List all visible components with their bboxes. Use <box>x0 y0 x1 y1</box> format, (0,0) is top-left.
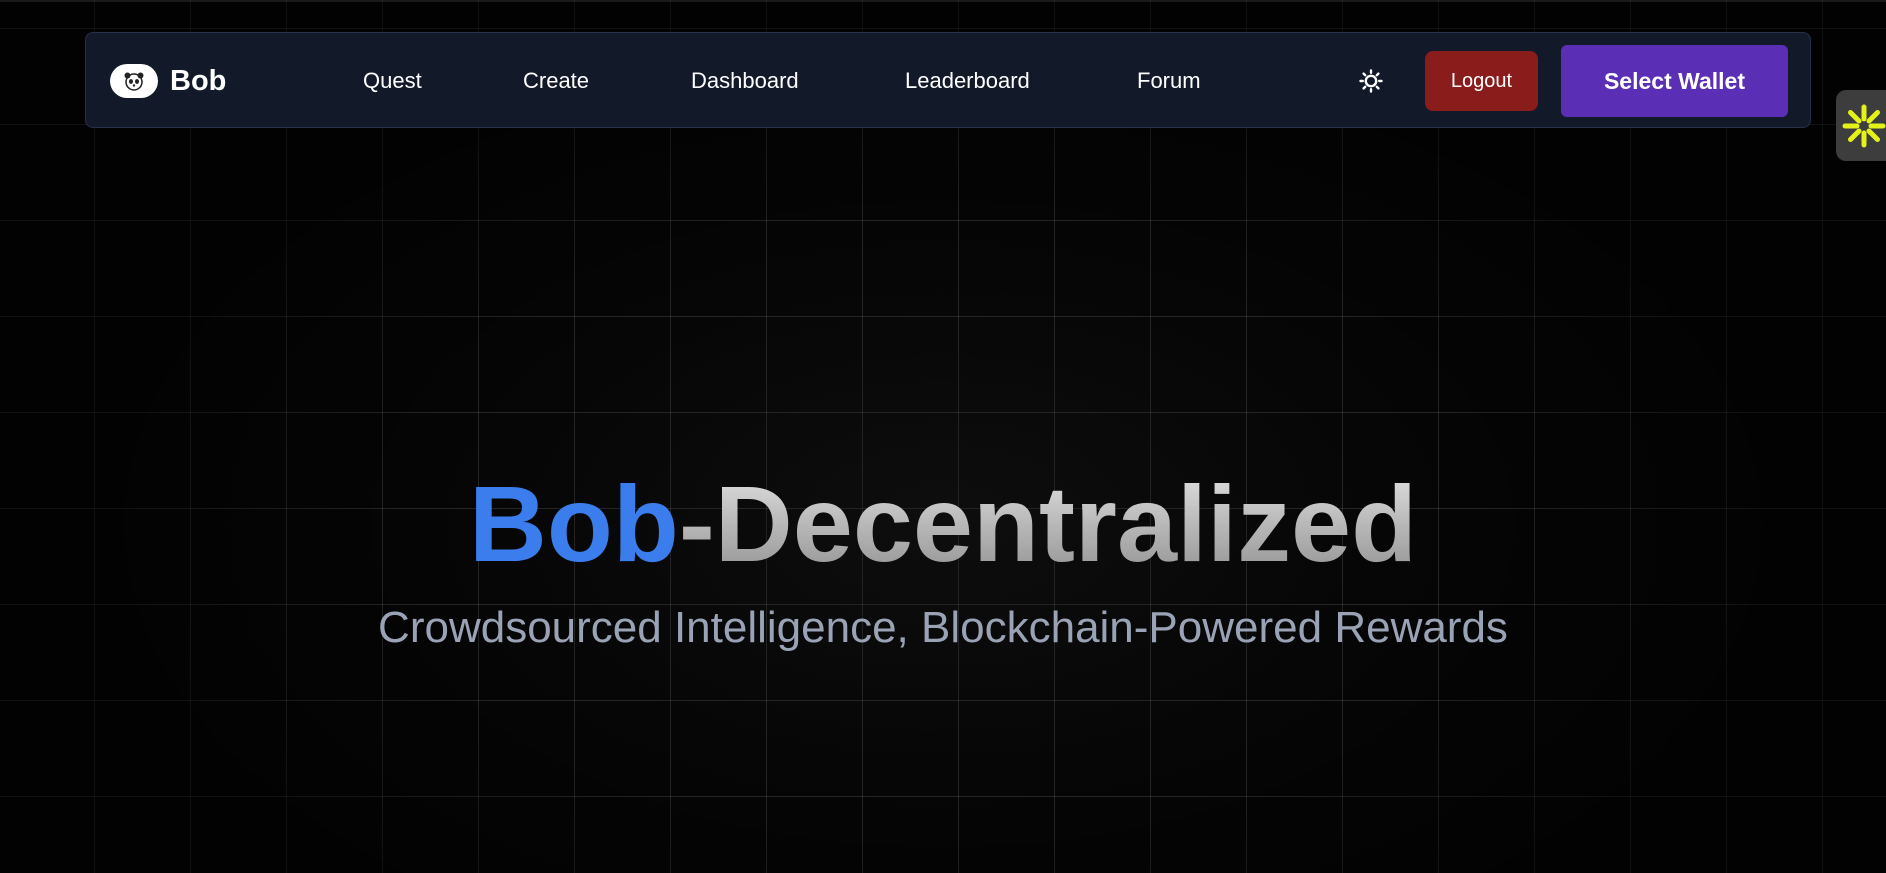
hero-title: Bob-Decentralized <box>0 462 1886 586</box>
nav-link-create[interactable]: Create <box>523 33 589 129</box>
asterisk-burst-icon <box>1842 104 1886 147</box>
navbar: Bob Quest Create Dashboard Leaderboard F… <box>85 32 1811 128</box>
logout-button[interactable]: Logout <box>1425 51 1538 111</box>
side-widget-button[interactable] <box>1836 90 1886 161</box>
sun-icon <box>1359 69 1383 93</box>
hero-subtitle: Crowdsourced Intelligence, Blockchain-Po… <box>378 603 1508 652</box>
panda-icon <box>110 64 158 98</box>
nav-link-forum[interactable]: Forum <box>1137 33 1201 129</box>
nav-link-dashboard[interactable]: Dashboard <box>691 33 799 129</box>
background-grid <box>0 0 1886 873</box>
brand-name: Bob <box>170 64 227 97</box>
select-wallet-button[interactable]: Select Wallet <box>1561 45 1788 117</box>
nav-link-leaderboard[interactable]: Leaderboard <box>905 33 1030 129</box>
brand-link[interactable]: Bob <box>110 33 226 129</box>
theme-toggle-button[interactable] <box>1356 66 1386 96</box>
nav-link-quest[interactable]: Quest <box>363 33 422 129</box>
hero-title-accent: Bob <box>468 463 679 584</box>
hero-title-rest: -Decentralized <box>678 463 1418 584</box>
